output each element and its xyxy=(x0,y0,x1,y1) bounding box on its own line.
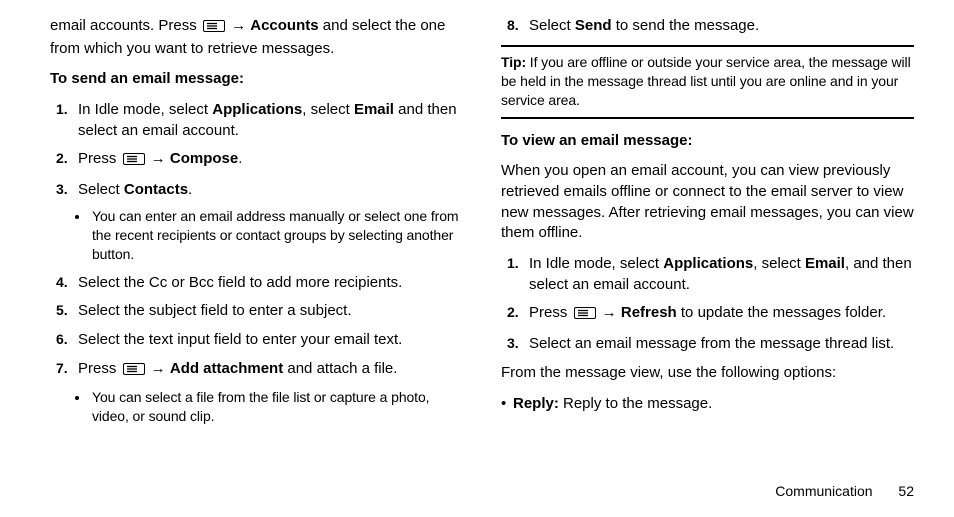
step-number: 5. xyxy=(56,301,68,320)
view-intro-paragraph: When you open an email account, you can … xyxy=(501,161,914,244)
text-run: and attach a file. xyxy=(283,360,397,377)
bold-term: Refresh xyxy=(621,304,677,321)
step-number: 6. xyxy=(56,330,68,349)
bold-term: Compose xyxy=(170,150,238,167)
text-run: to send the message. xyxy=(612,17,760,34)
sub-bullet-item: You can enter an email address manually … xyxy=(90,207,463,265)
sub-bullet-item: You can select a file from the file list… xyxy=(90,388,463,427)
option-item: Reply: Reply to the message. xyxy=(501,394,914,415)
text-run: → xyxy=(227,17,250,34)
text-run: → xyxy=(147,150,170,167)
option-label: Reply: xyxy=(513,395,559,412)
bold-term: Add attachment xyxy=(170,360,283,377)
step-body: Press → Refresh to update the messages f… xyxy=(529,304,886,321)
bold-term: Accounts xyxy=(250,17,318,34)
text-run: Select the text input field to enter you… xyxy=(78,331,402,348)
text-run: Select the subject field to enter a subj… xyxy=(78,302,352,319)
footer-section: Communication xyxy=(775,483,872,499)
bold-term: Applications xyxy=(212,101,302,118)
right-column: 8. Select Send to send the message. Tip: … xyxy=(501,16,914,471)
step-number: 3. xyxy=(507,334,519,353)
step-item: 6. Select the text input field to enter y… xyxy=(50,330,463,351)
step-number: 2. xyxy=(56,149,68,168)
step-item: 3. Select Contacts. You can enter an email… xyxy=(50,180,463,265)
step-item: 7. Press → Add attachment and attach a fi… xyxy=(50,359,463,426)
step-body: Select an email message from the message… xyxy=(529,335,894,352)
view-steps-list: 1. In Idle mode, select Applications, sel… xyxy=(501,254,914,355)
step-item: 2. Press → Compose. xyxy=(50,149,463,172)
send-steps-continued: 8. Select Send to send the message. xyxy=(501,16,914,37)
text-run: to update the messages folder. xyxy=(677,304,886,321)
footer-page-number: 52 xyxy=(898,483,914,499)
text-run: Select an email message from the message… xyxy=(529,335,894,352)
text-run: In Idle mode, select xyxy=(78,101,212,118)
bold-term: Applications xyxy=(663,255,753,272)
sub-bullet-list: You can enter an email address manually … xyxy=(90,207,463,265)
tip-body: If you are offline or outside your servi… xyxy=(501,54,911,109)
step-number: 4. xyxy=(56,273,68,292)
step-body: Press → Compose. xyxy=(78,150,242,167)
sub-bullet-list: You can select a file from the file list… xyxy=(90,388,463,427)
step-body: In Idle mode, select Applications, selec… xyxy=(529,255,912,293)
step-number: 2. xyxy=(507,303,519,322)
view-email-heading: To view an email message: xyxy=(501,131,914,152)
step-number: 1. xyxy=(507,254,519,273)
step-item: 1. In Idle mode, select Applications, sel… xyxy=(50,100,463,141)
step-number: 8. xyxy=(507,16,519,35)
step-item: 3. Select an email message from the messa… xyxy=(501,334,914,355)
send-steps-list: 1. In Idle mode, select Applications, sel… xyxy=(50,100,463,426)
text-run: email accounts. Press xyxy=(50,17,201,34)
step-number: 3. xyxy=(56,180,68,199)
bold-term: Email xyxy=(805,255,845,272)
tip-label: Tip: xyxy=(501,54,526,70)
option-text: Reply to the message. xyxy=(559,395,712,412)
step-body: Select Send to send the message. xyxy=(529,17,759,34)
step-body: Select the Cc or Bcc field to add more r… xyxy=(78,274,402,291)
menu-icon xyxy=(123,151,145,172)
tip-box: Tip: If you are offline or outside your … xyxy=(501,53,914,111)
bold-term: Send xyxy=(575,17,612,34)
send-email-heading: To send an email message: xyxy=(50,69,463,90)
text-run: Select the Cc or Bcc field to add more r… xyxy=(78,274,402,291)
page: email accounts. Press → Accounts and sel… xyxy=(0,0,954,517)
post-paragraph: From the message view, use the following… xyxy=(501,363,914,384)
step-body: Select the text input field to enter you… xyxy=(78,331,402,348)
text-run: . xyxy=(188,181,192,198)
text-run: → xyxy=(598,304,621,321)
rule-bottom xyxy=(501,117,914,119)
text-run: . xyxy=(238,150,242,167)
step-number: 7. xyxy=(56,359,68,378)
text-run: Press xyxy=(78,150,121,167)
step-body: In Idle mode, select Applications, selec… xyxy=(78,101,457,139)
left-column: email accounts. Press → Accounts and sel… xyxy=(50,16,463,471)
step-item: 8. Select Send to send the message. xyxy=(501,16,914,37)
two-column-layout: email accounts. Press → Accounts and sel… xyxy=(50,16,914,471)
step-body: Select Contacts. xyxy=(78,181,192,198)
text-run: Press xyxy=(78,360,121,377)
step-item: 4. Select the Cc or Bcc field to add more… xyxy=(50,273,463,294)
bold-term: Email xyxy=(354,101,394,118)
text-run: , select xyxy=(302,101,354,118)
rule-top xyxy=(501,45,914,47)
intro-paragraph: email accounts. Press → Accounts and sel… xyxy=(50,16,463,59)
text-run: Select xyxy=(78,181,124,198)
text-run: In Idle mode, select xyxy=(529,255,663,272)
step-body: Press → Add attachment and attach a file… xyxy=(78,360,397,377)
menu-icon xyxy=(123,361,145,382)
text-run: Select xyxy=(529,17,575,34)
text-run: Press xyxy=(529,304,572,321)
step-number: 1. xyxy=(56,100,68,119)
text-run: , select xyxy=(753,255,805,272)
step-item: 5. Select the subject field to enter a su… xyxy=(50,301,463,322)
step-item: 1. In Idle mode, select Applications, sel… xyxy=(501,254,914,295)
step-item: 2. Press → Refresh to update the messages… xyxy=(501,303,914,326)
step-body: Select the subject field to enter a subj… xyxy=(78,302,352,319)
text-run: → xyxy=(147,360,170,377)
options-list: Reply: Reply to the message. xyxy=(501,394,914,415)
menu-icon xyxy=(203,18,225,39)
footer: Communication 52 xyxy=(775,483,914,499)
menu-icon xyxy=(574,305,596,326)
bold-term: Contacts xyxy=(124,181,188,198)
